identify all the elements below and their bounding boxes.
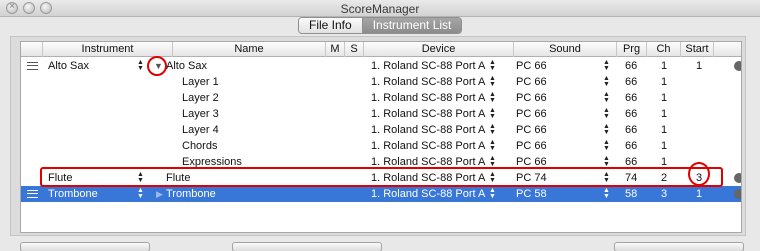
flute-row-highlight — [40, 167, 723, 187]
cell-name[interactable]: Layer 4 — [182, 122, 219, 138]
cell-sound[interactable]: PC 66 — [516, 106, 547, 122]
row-end-knob-icon[interactable] — [734, 173, 741, 183]
tab-instrument-list[interactable]: Instrument List — [362, 18, 462, 33]
cell-prg: 66 — [625, 108, 638, 120]
cell-sound[interactable]: PC 66 — [516, 90, 547, 106]
device-stepper-icon[interactable]: ▲ ▼ — [489, 139, 496, 152]
disclosure-triangle-icon[interactable]: ▶ — [156, 186, 163, 202]
cell-prg: 66 — [625, 76, 638, 88]
device-stepper-icon[interactable]: ▲ ▼ — [489, 187, 496, 200]
cell-instrument[interactable]: Alto Sax — [48, 58, 89, 74]
sound-stepper-icon[interactable]: ▲ ▼ — [603, 187, 610, 200]
sound-stepper-icon[interactable]: ▲ ▼ — [603, 91, 610, 104]
sound-stepper-icon[interactable]: ▲ ▼ — [603, 123, 610, 136]
cell-name[interactable]: Layer 2 — [182, 90, 219, 106]
tab-bar: File Info Instrument List — [298, 17, 463, 34]
table-header: Instrument Name M S Device Sound Prg Ch … — [21, 42, 741, 57]
header-drag-column — [21, 42, 43, 57]
device-stepper-icon[interactable]: ▲ ▼ — [489, 59, 496, 72]
device-stepper-icon[interactable]: ▲ ▼ — [489, 91, 496, 104]
header-ch[interactable]: Ch — [647, 42, 681, 57]
cell-prg: 66 — [625, 60, 638, 72]
cell-start[interactable]: 1 — [696, 58, 702, 74]
cell-ch: 1 — [661, 92, 668, 104]
header-sound[interactable]: Sound — [514, 42, 617, 57]
tab-file-info[interactable]: File Info — [299, 18, 363, 33]
instrument-stepper-icon[interactable]: ▲ ▼ — [137, 59, 144, 72]
disclosure-highlight-circle — [147, 56, 167, 76]
device-stepper-icon[interactable]: ▲ ▼ — [489, 123, 496, 136]
cell-device[interactable]: 1. Roland SC-88 Port A — [371, 90, 485, 106]
header-start[interactable]: Start — [681, 42, 714, 57]
cell-sound[interactable]: PC 66 — [516, 58, 547, 74]
cell-device[interactable]: 1. Roland SC-88 Port A — [371, 74, 485, 90]
header-instrument[interactable]: Instrument — [43, 42, 173, 57]
start-value-highlight-circle — [688, 162, 710, 186]
sound-stepper-icon[interactable]: ▲ ▼ — [603, 107, 610, 120]
table-row[interactable]: Trombone ▲ ▼ ▶ Trombone 1. Roland SC-88 Port … — [21, 186, 741, 202]
cell-ch: 1 — [661, 140, 668, 152]
header-solo[interactable]: S — [345, 42, 364, 57]
cell-start[interactable]: 1 — [696, 186, 702, 202]
cell-name[interactable]: Layer 3 — [182, 106, 219, 122]
title-bar: × ScoreManager — [0, 0, 760, 17]
sound-stepper-icon[interactable]: ▲ ▼ — [603, 139, 610, 152]
cell-prg: 66 — [625, 124, 638, 136]
drag-handle-icon[interactable] — [27, 62, 38, 70]
cell-device[interactable]: 1. Roland SC-88 Port A — [371, 186, 485, 202]
cell-name[interactable]: Layer 1 — [182, 74, 219, 90]
cell-prg: 66 — [625, 140, 638, 152]
cell-prg: 58 — [625, 188, 638, 200]
bottom-button-middle[interactable] — [232, 242, 382, 251]
cell-ch: 1 — [661, 76, 668, 88]
drag-handle-icon[interactable] — [27, 190, 38, 198]
cell-instrument[interactable]: Trombone — [48, 186, 98, 202]
cell-name[interactable]: Trombone — [166, 186, 216, 202]
cell-device[interactable]: 1. Roland SC-88 Port A — [371, 122, 485, 138]
cell-device[interactable]: 1. Roland SC-88 Port A — [371, 58, 485, 74]
instrument-table: Instrument Name M S Device Sound Prg Ch … — [20, 41, 742, 233]
table-row[interactable]: Layer 2 1. Roland SC-88 Port A ▲ ▼ PC 66 ▲ ▼ 66… — [21, 90, 741, 106]
cell-ch: 3 — [661, 188, 668, 200]
instrument-stepper-icon[interactable]: ▲ ▼ — [137, 187, 144, 200]
cell-name[interactable]: Alto Sax — [166, 58, 207, 74]
cell-name[interactable]: Chords — [182, 138, 217, 154]
window-title: ScoreManager — [340, 2, 420, 16]
table-row[interactable]: Layer 4 1. Roland SC-88 Port A ▲ ▼ PC 66 ▲ ▼ 66… — [21, 122, 741, 138]
bottom-button-right[interactable] — [614, 242, 744, 251]
cell-prg: 66 — [625, 92, 638, 104]
header-mute[interactable]: M — [326, 42, 345, 57]
cell-ch: 1 — [661, 60, 668, 72]
row-end-knob-icon[interactable] — [734, 189, 741, 199]
bottom-button-left[interactable] — [20, 242, 150, 251]
cell-ch: 1 — [661, 124, 668, 136]
row-end-knob-icon[interactable] — [734, 61, 741, 71]
sound-stepper-icon[interactable]: ▲ ▼ — [603, 59, 610, 72]
cell-sound[interactable]: PC 66 — [516, 122, 547, 138]
cell-sound[interactable]: PC 66 — [516, 74, 547, 90]
sound-stepper-icon[interactable]: ▲ ▼ — [603, 75, 610, 88]
cell-ch: 1 — [661, 108, 668, 120]
table-row[interactable]: Chords 1. Roland SC-88 Port A ▲ ▼ PC 66 ▲ ▼ 66 1 — [21, 138, 741, 154]
cell-sound[interactable]: PC 66 — [516, 138, 547, 154]
table-row[interactable]: Layer 3 1. Roland SC-88 Port A ▲ ▼ PC 66 ▲ ▼ 66… — [21, 106, 741, 122]
table-row[interactable]: Alto Sax ▲ ▼ ▼ Alto Sax 1. Roland SC-88 Port … — [21, 58, 741, 74]
header-name[interactable]: Name — [173, 42, 326, 57]
table-row[interactable]: Layer 1 1. Roland SC-88 Port A ▲ ▼ PC 66 ▲ ▼ 66… — [21, 74, 741, 90]
device-stepper-icon[interactable]: ▲ ▼ — [489, 75, 496, 88]
header-prg[interactable]: Prg — [617, 42, 647, 57]
cell-device[interactable]: 1. Roland SC-88 Port A — [371, 138, 485, 154]
device-stepper-icon[interactable]: ▲ ▼ — [489, 107, 496, 120]
header-device[interactable]: Device — [364, 42, 514, 57]
cell-sound[interactable]: PC 58 — [516, 186, 547, 202]
cell-device[interactable]: 1. Roland SC-88 Port A — [371, 106, 485, 122]
